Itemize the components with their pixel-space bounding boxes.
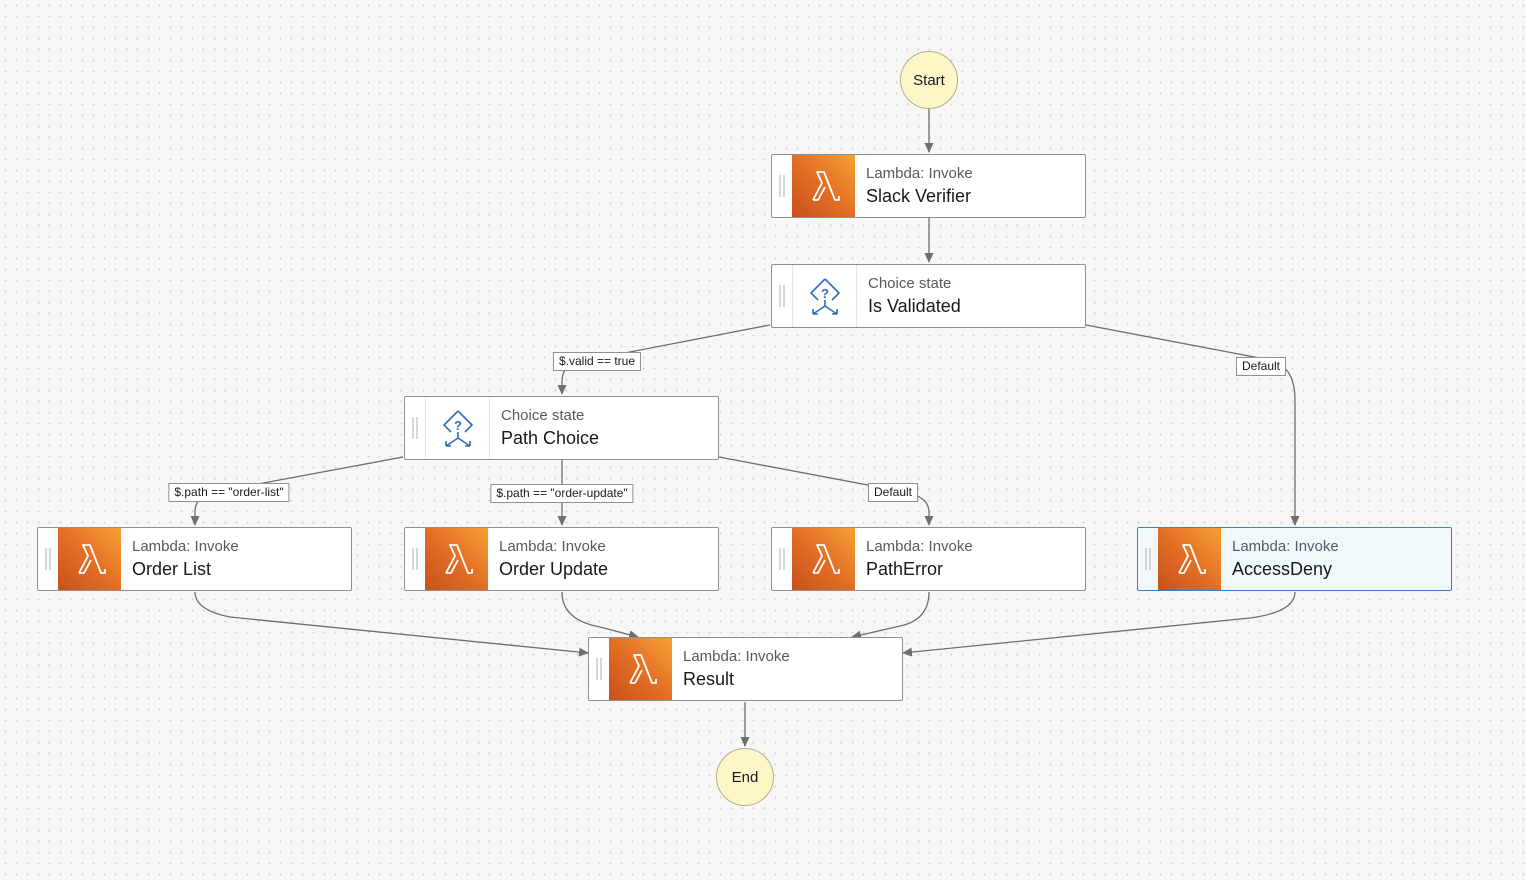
choice-state-icon: ? bbox=[792, 265, 857, 327]
lambda-icon bbox=[792, 528, 855, 590]
choice-state-icon: ? bbox=[425, 397, 490, 459]
drag-handle-icon[interactable] bbox=[772, 528, 792, 590]
state-access-deny[interactable]: Lambda: Invoke AccessDeny bbox=[1137, 527, 1452, 591]
state-name-label: Order Update bbox=[499, 559, 609, 579]
lambda-icon bbox=[1158, 528, 1221, 590]
state-type-label: Lambda: Invoke bbox=[866, 165, 973, 182]
drag-handle-icon[interactable] bbox=[38, 528, 58, 590]
drag-handle-icon[interactable] bbox=[1138, 528, 1158, 590]
edge-label-path-order-update[interactable]: $.path == "order-update" bbox=[490, 484, 634, 503]
drag-handle-icon[interactable] bbox=[589, 638, 609, 700]
edge-is-validated-to-access-deny bbox=[1085, 324, 1300, 526]
state-type-label: Lambda: Invoke bbox=[132, 538, 239, 555]
state-name-label: Is Validated bbox=[868, 296, 961, 316]
state-name-label: PathError bbox=[866, 559, 944, 579]
state-type-label: Choice state bbox=[868, 275, 952, 292]
edge-label-validated-default[interactable]: Default bbox=[1235, 357, 1287, 376]
end-label: End bbox=[731, 768, 759, 786]
svg-text:?: ? bbox=[821, 286, 829, 301]
state-name-label: Order List bbox=[132, 559, 212, 579]
state-name-label: Slack Verifier bbox=[866, 186, 972, 206]
state-name-label: Result bbox=[683, 669, 735, 689]
svg-text:?: ? bbox=[454, 418, 462, 433]
edge-order-list-to-result bbox=[194, 591, 589, 657]
lambda-icon bbox=[425, 528, 488, 590]
state-result[interactable]: Lambda: Invoke Result bbox=[588, 637, 903, 701]
state-slack-verifier[interactable]: Lambda: Invoke Slack Verifier bbox=[771, 154, 1086, 218]
edge-label-path-default[interactable]: Default bbox=[867, 483, 919, 502]
edge-label-path-order-list[interactable]: $.path == "order-list" bbox=[168, 483, 290, 502]
state-type-label: Lambda: Invoke bbox=[499, 538, 606, 555]
drag-handle-icon[interactable] bbox=[405, 528, 425, 590]
edge-access-deny-to-result bbox=[902, 591, 1296, 657]
start-label: Start bbox=[913, 71, 945, 89]
lambda-icon bbox=[609, 638, 672, 700]
state-type-label: Lambda: Invoke bbox=[1232, 538, 1339, 555]
state-name-label: Path Choice bbox=[501, 428, 600, 448]
state-type-label: Lambda: Invoke bbox=[866, 538, 973, 555]
edge-path-error-to-result bbox=[851, 591, 930, 640]
state-is-validated[interactable]: ? Choice state Is Validated bbox=[771, 264, 1086, 328]
state-type-label: Lambda: Invoke bbox=[683, 648, 790, 665]
workflow-canvas[interactable]: Start Lambda: Invoke Slack Verifier ? Ch… bbox=[0, 0, 1526, 880]
start-node[interactable]: Start bbox=[900, 51, 958, 109]
state-order-list[interactable]: Lambda: Invoke Order List bbox=[37, 527, 352, 591]
lambda-icon bbox=[58, 528, 121, 590]
state-path-error[interactable]: Lambda: Invoke PathError bbox=[771, 527, 1086, 591]
state-path-choice[interactable]: ? Choice state Path Choice bbox=[404, 396, 719, 460]
drag-handle-icon[interactable] bbox=[405, 397, 425, 459]
state-name-label: AccessDeny bbox=[1232, 559, 1333, 579]
end-node[interactable]: End bbox=[716, 748, 774, 806]
drag-handle-icon[interactable] bbox=[772, 155, 792, 217]
edge-label-valid-true[interactable]: $.valid == true bbox=[552, 352, 642, 371]
transition-edges bbox=[190, 109, 1300, 747]
drag-handle-icon[interactable] bbox=[772, 265, 792, 327]
state-type-label: Choice state bbox=[501, 407, 585, 424]
edge-order-update-to-result bbox=[561, 591, 639, 640]
lambda-icon bbox=[792, 155, 855, 217]
state-order-update[interactable]: Lambda: Invoke Order Update bbox=[404, 527, 719, 591]
